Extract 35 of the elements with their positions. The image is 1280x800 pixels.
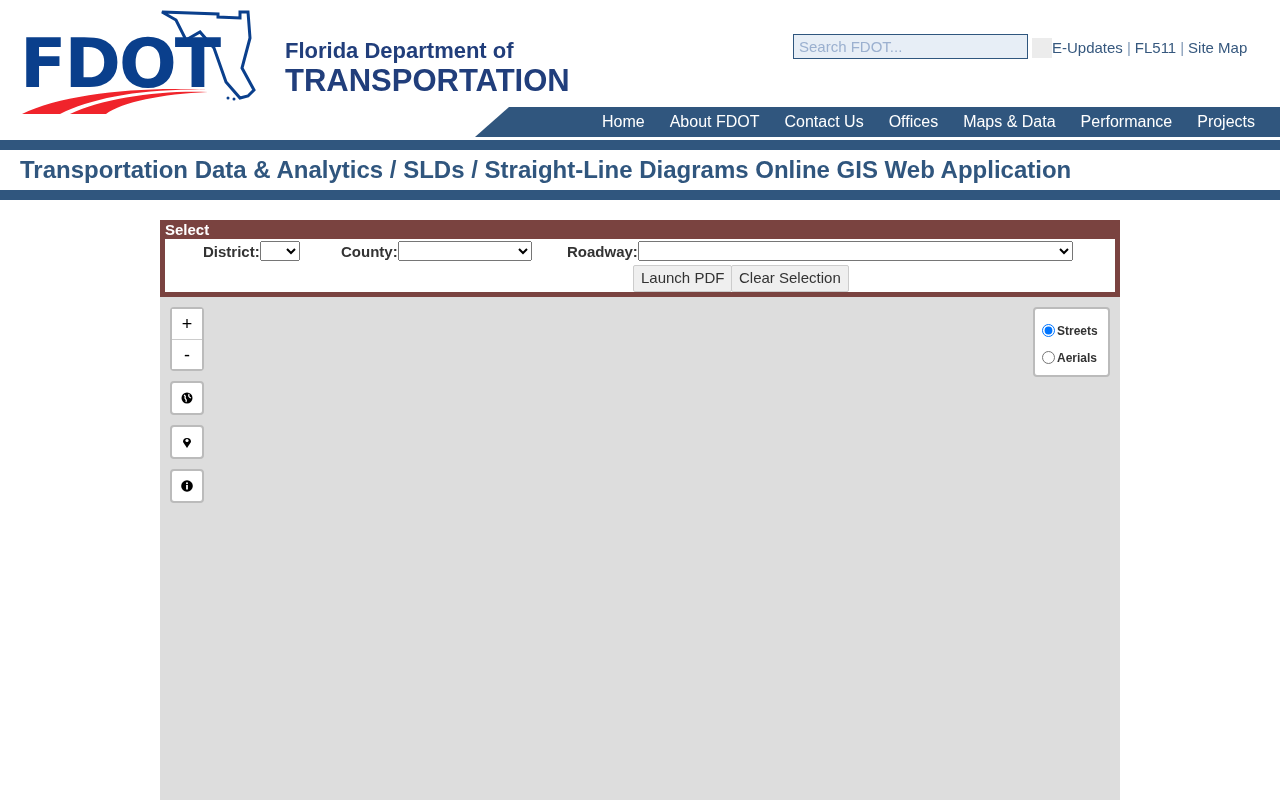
map-tool-button[interactable] <box>170 425 204 459</box>
map-tool-button[interactable] <box>170 469 204 503</box>
field-label: Roadway: <box>567 242 638 262</box>
utility-link[interactable]: FL511 <box>1134 37 1177 60</box>
globe-icon <box>181 392 193 404</box>
dropdown[interactable] <box>259 241 300 261</box>
nav-link[interactable]: Performance <box>1080 110 1173 134</box>
action-button[interactable]: Launch PDF <box>633 265 733 292</box>
zoom-out-button[interactable]: - <box>172 339 202 369</box>
layer-radio[interactable] <box>1042 324 1055 337</box>
nav-link[interactable]: Maps & Data <box>963 110 1056 134</box>
action-button[interactable]: Clear Selection <box>731 265 849 292</box>
search-field[interactable]: Search FDOT... <box>793 34 1028 59</box>
map-tool-button[interactable] <box>170 381 204 415</box>
separator: | <box>1126 38 1131 58</box>
nav-link[interactable]: Offices <box>888 110 939 134</box>
nav-link[interactable]: Home <box>602 110 645 134</box>
nav-link[interactable]: Projects <box>1197 110 1255 134</box>
utility-link[interactable]: E-Updates <box>1052 37 1123 60</box>
breadcrumb-title: Transportation Data & Analytics / SLDs / Straight-Line Diagrams Online GIS Web Application <box>20 155 1072 185</box>
utility-link[interactable]: Site Map <box>1188 37 1248 60</box>
info-icon <box>181 480 193 492</box>
agency-name: Florida Department of <box>285 38 515 65</box>
logo-text[interactable]: FDOT <box>20 30 220 98</box>
map-pin-icon <box>181 436 193 448</box>
agency-name: TRANSPORTATION <box>285 64 570 99</box>
layer-label: Aerials <box>1057 349 1098 367</box>
nav-link[interactable]: About FDOT <box>669 110 760 134</box>
nav-link[interactable]: Contact Us <box>784 110 864 134</box>
panel-title: Select <box>165 221 211 239</box>
field-label: District: <box>203 242 260 262</box>
field-label: County: <box>341 242 398 262</box>
layer-label: Streets <box>1057 322 1098 340</box>
layer-radio[interactable] <box>1042 351 1055 364</box>
separator: | <box>1180 38 1185 58</box>
